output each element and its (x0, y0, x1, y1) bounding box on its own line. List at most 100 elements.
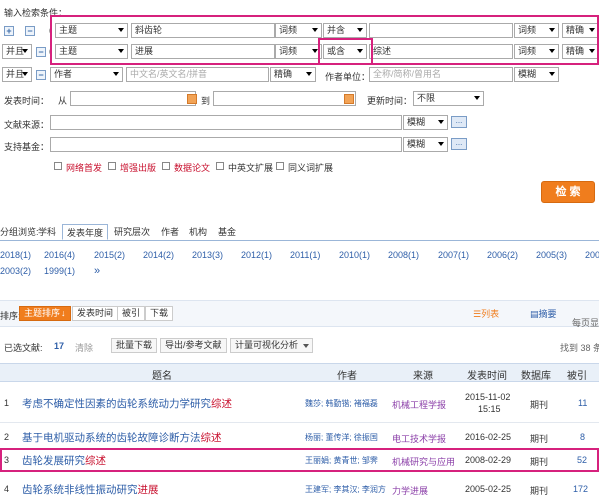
year-link[interactable]: 2014(2) (143, 250, 174, 260)
fund-label: 支持基金： (4, 142, 50, 152)
add-row-icon[interactable]: + (4, 26, 14, 36)
author-input[interactable]: 中文名/英文名/拼音 (126, 67, 269, 82)
logic-select-3[interactable]: 并且 (2, 67, 32, 82)
result-date: 2008-02-29 (465, 455, 512, 465)
calendar-icon[interactable] (344, 94, 354, 104)
result-date: 2016-02-25 (465, 432, 512, 442)
source-match-select[interactable]: 模糊 (403, 115, 448, 130)
selected-label: 已选文献: (4, 343, 43, 353)
year-link[interactable]: 2011(1) (290, 250, 320, 260)
result-source[interactable]: 电工技术学报 (392, 432, 446, 445)
checkbox-enhanced[interactable] (108, 162, 116, 170)
result-title[interactable]: 基于电机驱动系统的齿轮故障诊断方法综述 (22, 430, 222, 445)
update-time-label: 更新时间： (367, 96, 413, 106)
header-database[interactable]: 数据库 (521, 367, 551, 382)
result-title[interactable]: 考虑不确定性因素的齿轮系统动力学研究综述 (22, 396, 232, 411)
unit-match-select[interactable]: 模糊 (514, 67, 559, 82)
sort-date-button[interactable]: 发表时间 (72, 306, 119, 321)
sort-download-button[interactable]: 下载 (145, 306, 174, 321)
result-source[interactable]: 机械工程学报 (392, 398, 446, 411)
logic-select-2[interactable]: 并且 (2, 44, 32, 59)
result-source[interactable]: 力学进展 (392, 484, 428, 497)
year-link[interactable]: 2008(1) (388, 250, 419, 260)
list-icon: ☰ (473, 309, 482, 319)
batch-download-button[interactable]: 批量下载 (111, 338, 158, 353)
date-to-input[interactable] (213, 91, 356, 106)
tab-fund[interactable]: 基金 (218, 224, 236, 240)
result-title[interactable]: 齿轮系统非线性振动研究进展 (22, 482, 159, 497)
abstract-icon: ▤ (530, 309, 539, 319)
year-link[interactable]: 2018(1) (0, 250, 31, 260)
update-time-select[interactable]: 不限 (413, 91, 484, 106)
export-button[interactable]: 导出/参考文献 (160, 338, 227, 353)
header-author[interactable]: 作者 (337, 367, 357, 382)
abstract-view-button[interactable]: ▤摘要 (530, 307, 557, 320)
year-link[interactable]: 2013(3) (192, 250, 223, 260)
year-link[interactable]: 1999(1) (44, 266, 75, 276)
remove-row-icon[interactable]: − (36, 47, 46, 57)
result-cited[interactable]: 8 (580, 432, 585, 442)
year-link[interactable]: 2010(1) (339, 250, 370, 260)
year-link[interactable]: 2007(1) (438, 250, 469, 260)
tab-institution[interactable]: 机构 (189, 224, 207, 240)
header-date[interactable]: 发表时间 (467, 367, 507, 382)
header-title[interactable]: 题名 (152, 367, 172, 382)
more-years-icon[interactable]: » (94, 265, 100, 277)
author-field-select[interactable]: 作者 (50, 67, 123, 82)
fund-match-select[interactable]: 模糊 (403, 137, 448, 152)
tab-publish-year[interactable]: 发表年度 (62, 224, 108, 240)
source-input[interactable] (50, 115, 402, 130)
checkbox-synonym-expand[interactable] (276, 162, 284, 170)
table-row: 4 齿轮系统非线性振动研究进展 王建军; 李其汉; 李润方 力学进展 2005-… (4, 482, 589, 497)
year-link[interactable]: 2006(2) (487, 250, 518, 260)
result-authors[interactable]: 王丽娟; 黄青世; 邹霁 (305, 455, 378, 466)
header-cited[interactable]: 被引 (567, 367, 587, 382)
sort-cited-button[interactable]: 被引 (117, 306, 146, 321)
author-unit-input[interactable]: 全称/简称/曾用名 (369, 67, 513, 82)
highlight-or-operator (318, 38, 373, 65)
result-authors[interactable]: 王建军; 李其汉; 李润方 (305, 484, 386, 495)
checkbox-online-first[interactable] (54, 162, 62, 170)
date-from-input[interactable] (70, 91, 196, 106)
result-title[interactable]: 齿轮发展研究综述 (22, 453, 106, 468)
tab-research-level[interactable]: 研究层次 (114, 224, 150, 240)
result-source[interactable]: 机械研究与应用 (392, 455, 455, 468)
year-link[interactable]: 2012(1) (241, 250, 272, 260)
author-match-select[interactable]: 精确 (270, 67, 316, 82)
year-link[interactable]: 2004(1) (585, 250, 599, 260)
fund-more-button[interactable]: ... (451, 138, 467, 150)
year-link[interactable]: 2005(3) (536, 250, 567, 260)
result-db: 期刊 (530, 434, 549, 444)
result-db: 期刊 (530, 457, 549, 467)
sort-topic-button[interactable]: 主题排序↓ (19, 306, 71, 321)
fund-input[interactable] (50, 137, 402, 152)
table-header (0, 363, 599, 382)
visual-analysis-button[interactable]: 计量可视化分析 (230, 338, 314, 353)
year-link[interactable]: 2003(2) (0, 266, 31, 276)
result-db: 期刊 (530, 400, 549, 410)
group-browse-label: 分组浏览: (0, 227, 39, 237)
result-authors[interactable]: 魏莎; 韩勤锴; 褚福磊 (305, 398, 378, 409)
remove-row-icon[interactable]: − (36, 70, 46, 80)
list-view-button[interactable]: ☰列表 (473, 307, 499, 320)
search-button[interactable]: 检 索 (541, 181, 595, 203)
remove-row-icon[interactable]: − (25, 26, 35, 36)
header-source[interactable]: 来源 (413, 367, 433, 382)
checkbox-data-paper[interactable] (162, 162, 170, 170)
year-link[interactable]: 2015(2) (94, 250, 125, 260)
source-more-button[interactable]: ... (451, 116, 467, 128)
result-authors[interactable]: 杨丽; 董传洋; 徐振国 (305, 432, 378, 443)
author-unit-label: 作者单位： (325, 72, 371, 82)
calendar-icon[interactable] (187, 94, 197, 104)
result-cited[interactable]: 172 (573, 484, 588, 494)
result-cited[interactable]: 11 (578, 398, 587, 408)
tab-subject[interactable]: 学科 (38, 224, 56, 240)
results-found: 找到 38 条 (560, 343, 599, 353)
table-row: 3 齿轮发展研究综述 王丽娟; 黄青世; 邹霁 机械研究与应用 2008-02-… (4, 453, 588, 468)
result-cited[interactable]: 52 (577, 455, 587, 465)
checkbox-cn-en-expand[interactable] (216, 162, 224, 170)
tab-author[interactable]: 作者 (161, 224, 179, 240)
result-db: 期刊 (530, 486, 549, 496)
year-link[interactable]: 2016(4) (44, 250, 75, 260)
clear-link[interactable]: 清除 (75, 341, 93, 354)
